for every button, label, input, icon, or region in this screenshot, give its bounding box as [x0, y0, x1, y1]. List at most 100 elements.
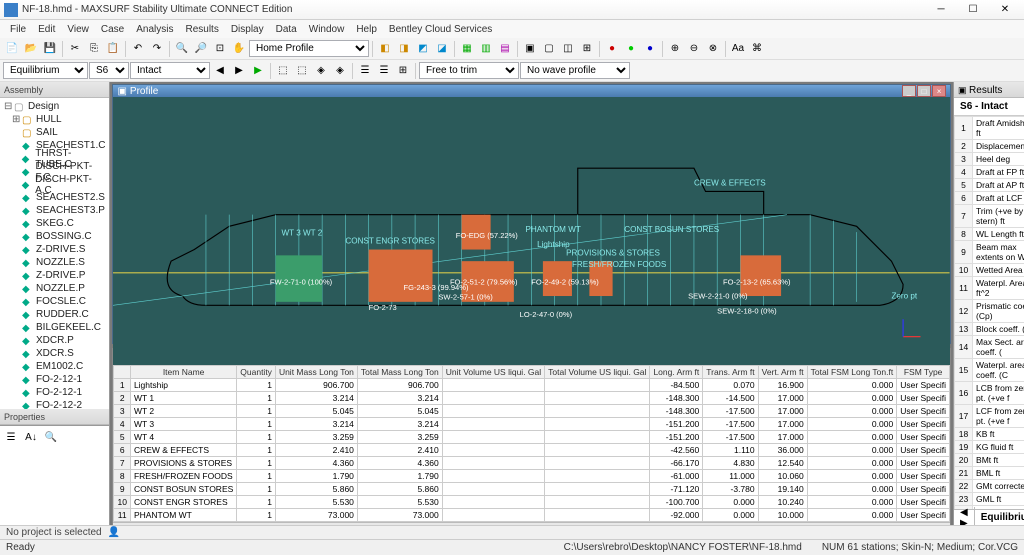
minimize-button[interactable]: ─: [926, 2, 956, 18]
table-row[interactable]: 9CONST BOSUN STORES15.8605.860-71.120-3.…: [114, 483, 950, 496]
tree-item[interactable]: ◆Z-DRIVE.P: [2, 269, 107, 282]
tree-item[interactable]: ◆XDCR.P: [2, 334, 107, 347]
tree-item[interactable]: ◆FO-2-12-1: [2, 373, 107, 386]
table-row[interactable]: 2WT 113.2143.214-148.300-14.50017.0000.0…: [114, 392, 950, 405]
results-row[interactable]: 4Draft at FP ft10.359: [955, 166, 1024, 179]
assembly-tree[interactable]: ⊟▢Design ⊞▢HULL ▢SAIL ◆SEACHEST1.C◆THRST…: [0, 98, 109, 409]
t2-a-icon[interactable]: ⬚: [274, 62, 292, 80]
tree-hull[interactable]: ⊞▢HULL: [2, 113, 107, 126]
table-row[interactable]: 1Lightship1906.700906.700-84.5000.07016.…: [114, 379, 950, 392]
condition-combo[interactable]: Intact: [130, 62, 210, 79]
results-row[interactable]: 21BML ft328.299: [955, 467, 1024, 480]
tb-a-icon[interactable]: ◧: [376, 40, 394, 58]
tb-q-icon[interactable]: ⊗: [704, 40, 722, 58]
zoom-out-icon[interactable]: 🔎: [192, 40, 210, 58]
wave-combo[interactable]: No wave profile: [520, 62, 630, 79]
tree-item[interactable]: ◆SEACHEST3.P: [2, 204, 107, 217]
tb-o-icon[interactable]: ⊕: [666, 40, 684, 58]
menu-results[interactable]: Results: [179, 24, 224, 35]
results-row[interactable]: 18KB ft6.391: [955, 428, 1024, 441]
results-row[interactable]: 3Heel deg-1.3: [955, 153, 1024, 166]
tree-item[interactable]: ◆BILGEKEEL.C: [2, 321, 107, 334]
save-icon[interactable]: 💾: [41, 40, 59, 58]
results-row[interactable]: 14Max Sect. area coeff. (0.829: [955, 336, 1024, 359]
pan-icon[interactable]: ✋: [230, 40, 248, 58]
col-header[interactable]: Item Name: [130, 366, 236, 379]
zoom-in-icon[interactable]: 🔍: [173, 40, 191, 58]
tree-item[interactable]: ◆EM1002.C: [2, 360, 107, 373]
profile-window-title-bar[interactable]: ▣ Profile _ □ ×: [113, 85, 950, 97]
tb-d-icon[interactable]: ◪: [433, 40, 451, 58]
results-row[interactable]: 17LCF from zero pt. (+ve f-96.687: [955, 405, 1024, 428]
open-icon[interactable]: 📂: [22, 40, 40, 58]
results-row[interactable]: 23GML ft318.480: [955, 493, 1024, 506]
table-row[interactable]: 7PROVISIONS & STORES14.3604.360-66.1704.…: [114, 457, 950, 470]
trim-combo[interactable]: Free to trim: [419, 62, 519, 79]
results-grid[interactable]: 1Draft Amidships ft10.4152Displacement L…: [954, 116, 1024, 509]
props-az-icon[interactable]: A↓: [22, 428, 40, 446]
prev-icon[interactable]: ◀: [211, 62, 229, 80]
t2-d-icon[interactable]: ◈: [331, 62, 349, 80]
table-row[interactable]: 4WT 313.2143.214-151.200-17.50017.0000.0…: [114, 418, 950, 431]
tb-j-icon[interactable]: ◫: [559, 40, 577, 58]
menu-data[interactable]: Data: [270, 24, 303, 35]
menu-window[interactable]: Window: [303, 24, 351, 35]
table-row[interactable]: 3WT 215.0455.045-148.300-17.50017.0000.0…: [114, 405, 950, 418]
tb-i-icon[interactable]: ▢: [540, 40, 558, 58]
tree-item[interactable]: ◆FOCSLE.C: [2, 295, 107, 308]
results-row[interactable]: 6Draft at LCF ft10.420: [955, 192, 1024, 205]
close-button[interactable]: ✕: [990, 2, 1020, 18]
col-header[interactable]: Unit Volume US liqui. Gal: [442, 366, 544, 379]
results-row[interactable]: 11Waterpl. Area ft^26211.617: [955, 277, 1024, 300]
tb-k-icon[interactable]: ⊞: [578, 40, 596, 58]
results-row[interactable]: 5Draft at AP ft10.471: [955, 179, 1024, 192]
tb-m-icon[interactable]: ●: [622, 40, 640, 58]
t2-b-icon[interactable]: ⬚: [293, 62, 311, 80]
project-user-icon[interactable]: 👤: [108, 527, 120, 538]
tb-e-icon[interactable]: ▦: [458, 40, 476, 58]
col-header[interactable]: Unit Mass Long Ton: [275, 366, 357, 379]
tree-item[interactable]: ◆XDCR.S: [2, 347, 107, 360]
profile-close-icon[interactable]: ×: [932, 85, 946, 97]
t2-c-icon[interactable]: ◈: [312, 62, 330, 80]
col-header[interactable]: Total Mass Long Ton: [357, 366, 442, 379]
col-header[interactable]: Quantity: [237, 366, 276, 379]
table-row[interactable]: 11PHANTOM WT173.00073.000-92.0000.00010.…: [114, 509, 950, 522]
results-row[interactable]: 2Displacement LT1176: [955, 140, 1024, 153]
case-combo[interactable]: S6: [89, 62, 129, 79]
tree-item[interactable]: ◆SEACHEST2.S: [2, 191, 107, 204]
profile-max-icon[interactable]: □: [917, 85, 931, 97]
menu-bentley-cloud-services[interactable]: Bentley Cloud Services: [383, 24, 498, 35]
t2-e-icon[interactable]: ☰: [356, 62, 374, 80]
tb-b-icon[interactable]: ◨: [395, 40, 413, 58]
results-row[interactable]: 20BMt ft17.893: [955, 454, 1024, 467]
tb-r-icon[interactable]: Aa: [729, 40, 747, 58]
tree-item[interactable]: ◆RUDDER.C: [2, 308, 107, 321]
next-icon[interactable]: ▶: [230, 62, 248, 80]
table-row[interactable]: 6CREW & EFFECTS12.4102.410-42.5601.11036…: [114, 444, 950, 457]
paste-icon[interactable]: 📋: [104, 40, 122, 58]
tree-root[interactable]: ⊟▢Design: [2, 100, 107, 113]
results-row[interactable]: 7Trim (+ve by stern) ft0.111: [955, 205, 1024, 228]
t2-f-icon[interactable]: ☰: [375, 62, 393, 80]
results-row[interactable]: 10Wetted Area ft^27876.685: [955, 264, 1024, 277]
tree-item[interactable]: ◆FO-2-12-2: [2, 399, 107, 409]
results-row[interactable]: 13Block coeff. (Cb)0.562: [955, 323, 1024, 336]
results-row[interactable]: 19KG fluid ft16.207: [955, 441, 1024, 454]
menu-file[interactable]: File: [4, 24, 32, 35]
col-header[interactable]: Total FSM Long Ton.ft: [807, 366, 897, 379]
menu-view[interactable]: View: [61, 24, 95, 35]
menu-help[interactable]: Help: [350, 24, 383, 35]
results-tab-equilibrium[interactable]: Equilibrium: [975, 512, 1024, 523]
tb-f-icon[interactable]: ▥: [477, 40, 495, 58]
tb-c-icon[interactable]: ◩: [414, 40, 432, 58]
maximize-button[interactable]: ☐: [958, 2, 988, 18]
menu-case[interactable]: Case: [95, 24, 130, 35]
menu-analysis[interactable]: Analysis: [130, 24, 179, 35]
tree-item[interactable]: ◆SKEG.C: [2, 217, 107, 230]
undo-icon[interactable]: ↶: [129, 40, 147, 58]
tank-grid[interactable]: Item NameQuantityUnit Mass Long TonTotal…: [113, 365, 950, 522]
results-row[interactable]: 1Draft Amidships ft10.415: [955, 117, 1024, 140]
tree-item[interactable]: ◆DISCH-PKT-A.C: [2, 178, 107, 191]
props-search-icon[interactable]: 🔍: [42, 428, 60, 446]
